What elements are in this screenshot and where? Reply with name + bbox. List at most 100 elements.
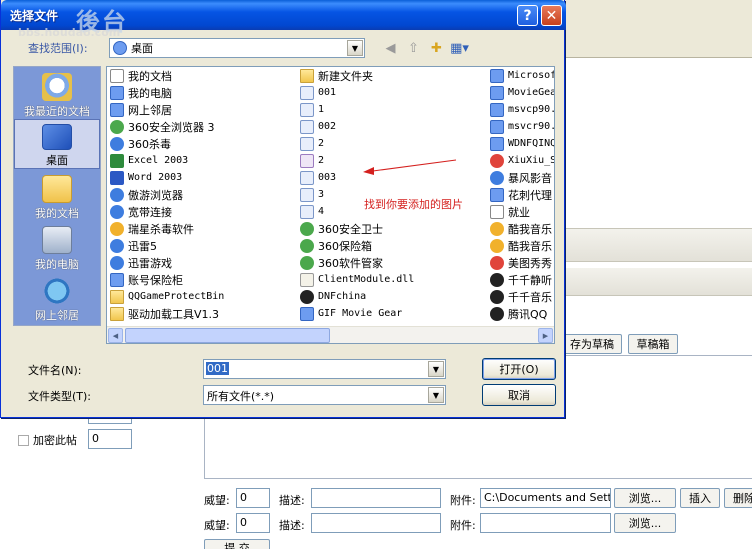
- view-menu-icon[interactable]: ▦▾: [450, 39, 469, 58]
- file-item[interactable]: 001: [297, 84, 487, 101]
- file-name: 360保险箱: [318, 239, 372, 253]
- browse-button[interactable]: 浏览...: [614, 488, 676, 508]
- file-item[interactable]: 账号保险柜: [107, 271, 297, 288]
- file-item[interactable]: 360保险箱: [297, 237, 487, 254]
- file-item[interactable]: msvcr90.: [487, 118, 554, 135]
- file-list[interactable]: 我的文档 我的电脑 网上邻居 360安全浏览器 3 360杀毒 Excel 2003 Wor…: [106, 66, 555, 344]
- file-item[interactable]: ClientModule.dll: [297, 271, 487, 288]
- browse-button-2[interactable]: 浏览...: [614, 513, 676, 533]
- file-name: Excel 2003: [128, 155, 189, 166]
- network-icon: [42, 277, 72, 305]
- file-item[interactable]: WDNFQINQ: [487, 135, 555, 152]
- look-in-dropdown[interactable]: 桌面 ▼: [109, 38, 365, 58]
- file-name: 花刺代理: [508, 188, 552, 202]
- file-item[interactable]: msvcp90.: [487, 101, 554, 118]
- cancel-button[interactable]: 取消: [482, 384, 556, 406]
- chevron-down-icon[interactable]: ▼: [347, 40, 363, 56]
- jpg-file-icon: [300, 170, 314, 185]
- encrypt-value-input[interactable]: 0: [88, 429, 132, 449]
- file-item[interactable]: Word 2003: [107, 169, 297, 186]
- horizontal-scrollbar[interactable]: ◀ ▶: [107, 326, 554, 343]
- chevron-down-icon[interactable]: ▼: [428, 361, 444, 377]
- place-my-computer[interactable]: 我的电脑: [14, 222, 100, 272]
- filename-input[interactable]: 001 ▼: [203, 359, 446, 379]
- file-item[interactable]: 我的文档: [107, 67, 297, 84]
- file-item[interactable]: 网上邻居: [107, 101, 297, 118]
- file-item[interactable]: 宽带连接: [107, 203, 297, 220]
- file-item[interactable]: 360安全卫士: [297, 220, 487, 237]
- chevron-down-icon[interactable]: ▼: [428, 387, 444, 403]
- file-item[interactable]: 新建文件夹: [297, 67, 487, 84]
- insert-button[interactable]: 插入: [680, 488, 720, 508]
- description-input-2[interactable]: [311, 513, 441, 533]
- prestige-input[interactable]: 0: [236, 488, 270, 508]
- page-content-area: [565, 60, 752, 228]
- blue-file-icon: [110, 238, 124, 253]
- file-item[interactable]: 迅雷5: [107, 237, 297, 254]
- filetype-label: 文件类型(T):: [28, 390, 92, 403]
- file-item[interactable]: 就业: [487, 203, 554, 220]
- back-icon[interactable]: ◀: [381, 39, 400, 58]
- file-item[interactable]: DNFchina: [297, 288, 487, 305]
- file-item[interactable]: 千千静听: [487, 271, 554, 288]
- open-button[interactable]: 打开(O): [482, 358, 556, 380]
- file-item[interactable]: 360杀毒: [107, 135, 297, 152]
- file-name: WDNFQINQ: [508, 138, 555, 149]
- submit-button[interactable]: 提 交: [204, 539, 270, 549]
- file-item[interactable]: 2: [297, 135, 487, 152]
- prestige-input-2[interactable]: 0: [236, 513, 270, 533]
- file-item[interactable]: 360安全浏览器 3: [107, 118, 297, 135]
- file-item[interactable]: 我的电脑: [107, 84, 297, 101]
- file-item[interactable]: 酷我音乐: [487, 237, 554, 254]
- file-item[interactable]: 360软件管家: [297, 254, 487, 271]
- place-my-documents[interactable]: 我的文档: [14, 171, 100, 221]
- file-item[interactable]: 暴风影音: [487, 169, 554, 186]
- place-network[interactable]: 网上邻居: [14, 273, 100, 323]
- file-item[interactable]: 002: [297, 118, 487, 135]
- file-item[interactable]: Microsof: [487, 67, 554, 84]
- file-item[interactable]: 迅雷游戏: [107, 254, 297, 271]
- file-name: Word 2003: [128, 172, 183, 183]
- blue-file-icon: [110, 136, 124, 151]
- delete-button[interactable]: 删除: [724, 488, 752, 508]
- scroll-right-icon[interactable]: ▶: [538, 328, 553, 343]
- file-item[interactable]: 傲游浏览器: [107, 186, 297, 203]
- file-item[interactable]: Excel 2003: [107, 152, 297, 169]
- file-item[interactable]: MovieGea: [487, 84, 554, 101]
- up-folder-icon[interactable]: ⇧: [404, 39, 423, 58]
- file-item[interactable]: 腾讯QQ: [487, 305, 554, 322]
- recent-docs-icon: [42, 73, 72, 101]
- file-name: 迅雷5: [128, 239, 157, 253]
- file-item[interactable]: XiuXiu_S: [487, 152, 554, 169]
- file-item[interactable]: 美图秀秀: [487, 254, 554, 271]
- file-item[interactable]: 酷我音乐: [487, 220, 554, 237]
- save-draft-button[interactable]: 存为草稿: [562, 334, 622, 354]
- file-item[interactable]: QQGameProtectBin: [107, 288, 297, 305]
- place-label: 我的文档: [35, 207, 79, 220]
- jpg-file-icon: [300, 119, 314, 134]
- description-input[interactable]: [311, 488, 441, 508]
- file-item[interactable]: 驱动加载工具V1.3: [107, 305, 297, 322]
- filetype-dropdown[interactable]: 所有文件(*.*) ▼: [203, 385, 446, 405]
- file-item[interactable]: 瑞星杀毒软件: [107, 220, 297, 237]
- place-desktop[interactable]: 桌面: [14, 119, 100, 169]
- file-item[interactable]: 千千音乐: [487, 288, 554, 305]
- scroll-left-icon[interactable]: ◀: [108, 328, 123, 343]
- dialog-titlebar[interactable]: 选择文件 後台 bbs.houdao.com ? ✕: [1, 0, 566, 39]
- file-item[interactable]: 花刺代理: [487, 186, 554, 203]
- file-item[interactable]: 1: [297, 101, 487, 118]
- encrypt-label: 加密此帖: [33, 434, 77, 447]
- annotation-text: 找到你要添加的图片: [364, 198, 463, 211]
- encrypt-checkbox[interactable]: [18, 434, 29, 446]
- red-file-icon: [490, 153, 504, 168]
- new-folder-icon[interactable]: ✚: [427, 39, 446, 58]
- scroll-thumb[interactable]: [125, 328, 330, 343]
- attachment-path-input-2[interactable]: [480, 513, 611, 533]
- blue-file-icon: [110, 255, 124, 270]
- file-item[interactable]: GIF Movie Gear: [297, 305, 487, 322]
- help-button[interactable]: ?: [517, 5, 538, 26]
- attachment-path-input[interactable]: C:\Documents and Sett: [480, 488, 611, 508]
- draft-box-button[interactable]: 草稿箱: [628, 334, 678, 354]
- place-recent[interactable]: 我最近的文档: [14, 69, 100, 119]
- close-button[interactable]: ✕: [541, 5, 562, 26]
